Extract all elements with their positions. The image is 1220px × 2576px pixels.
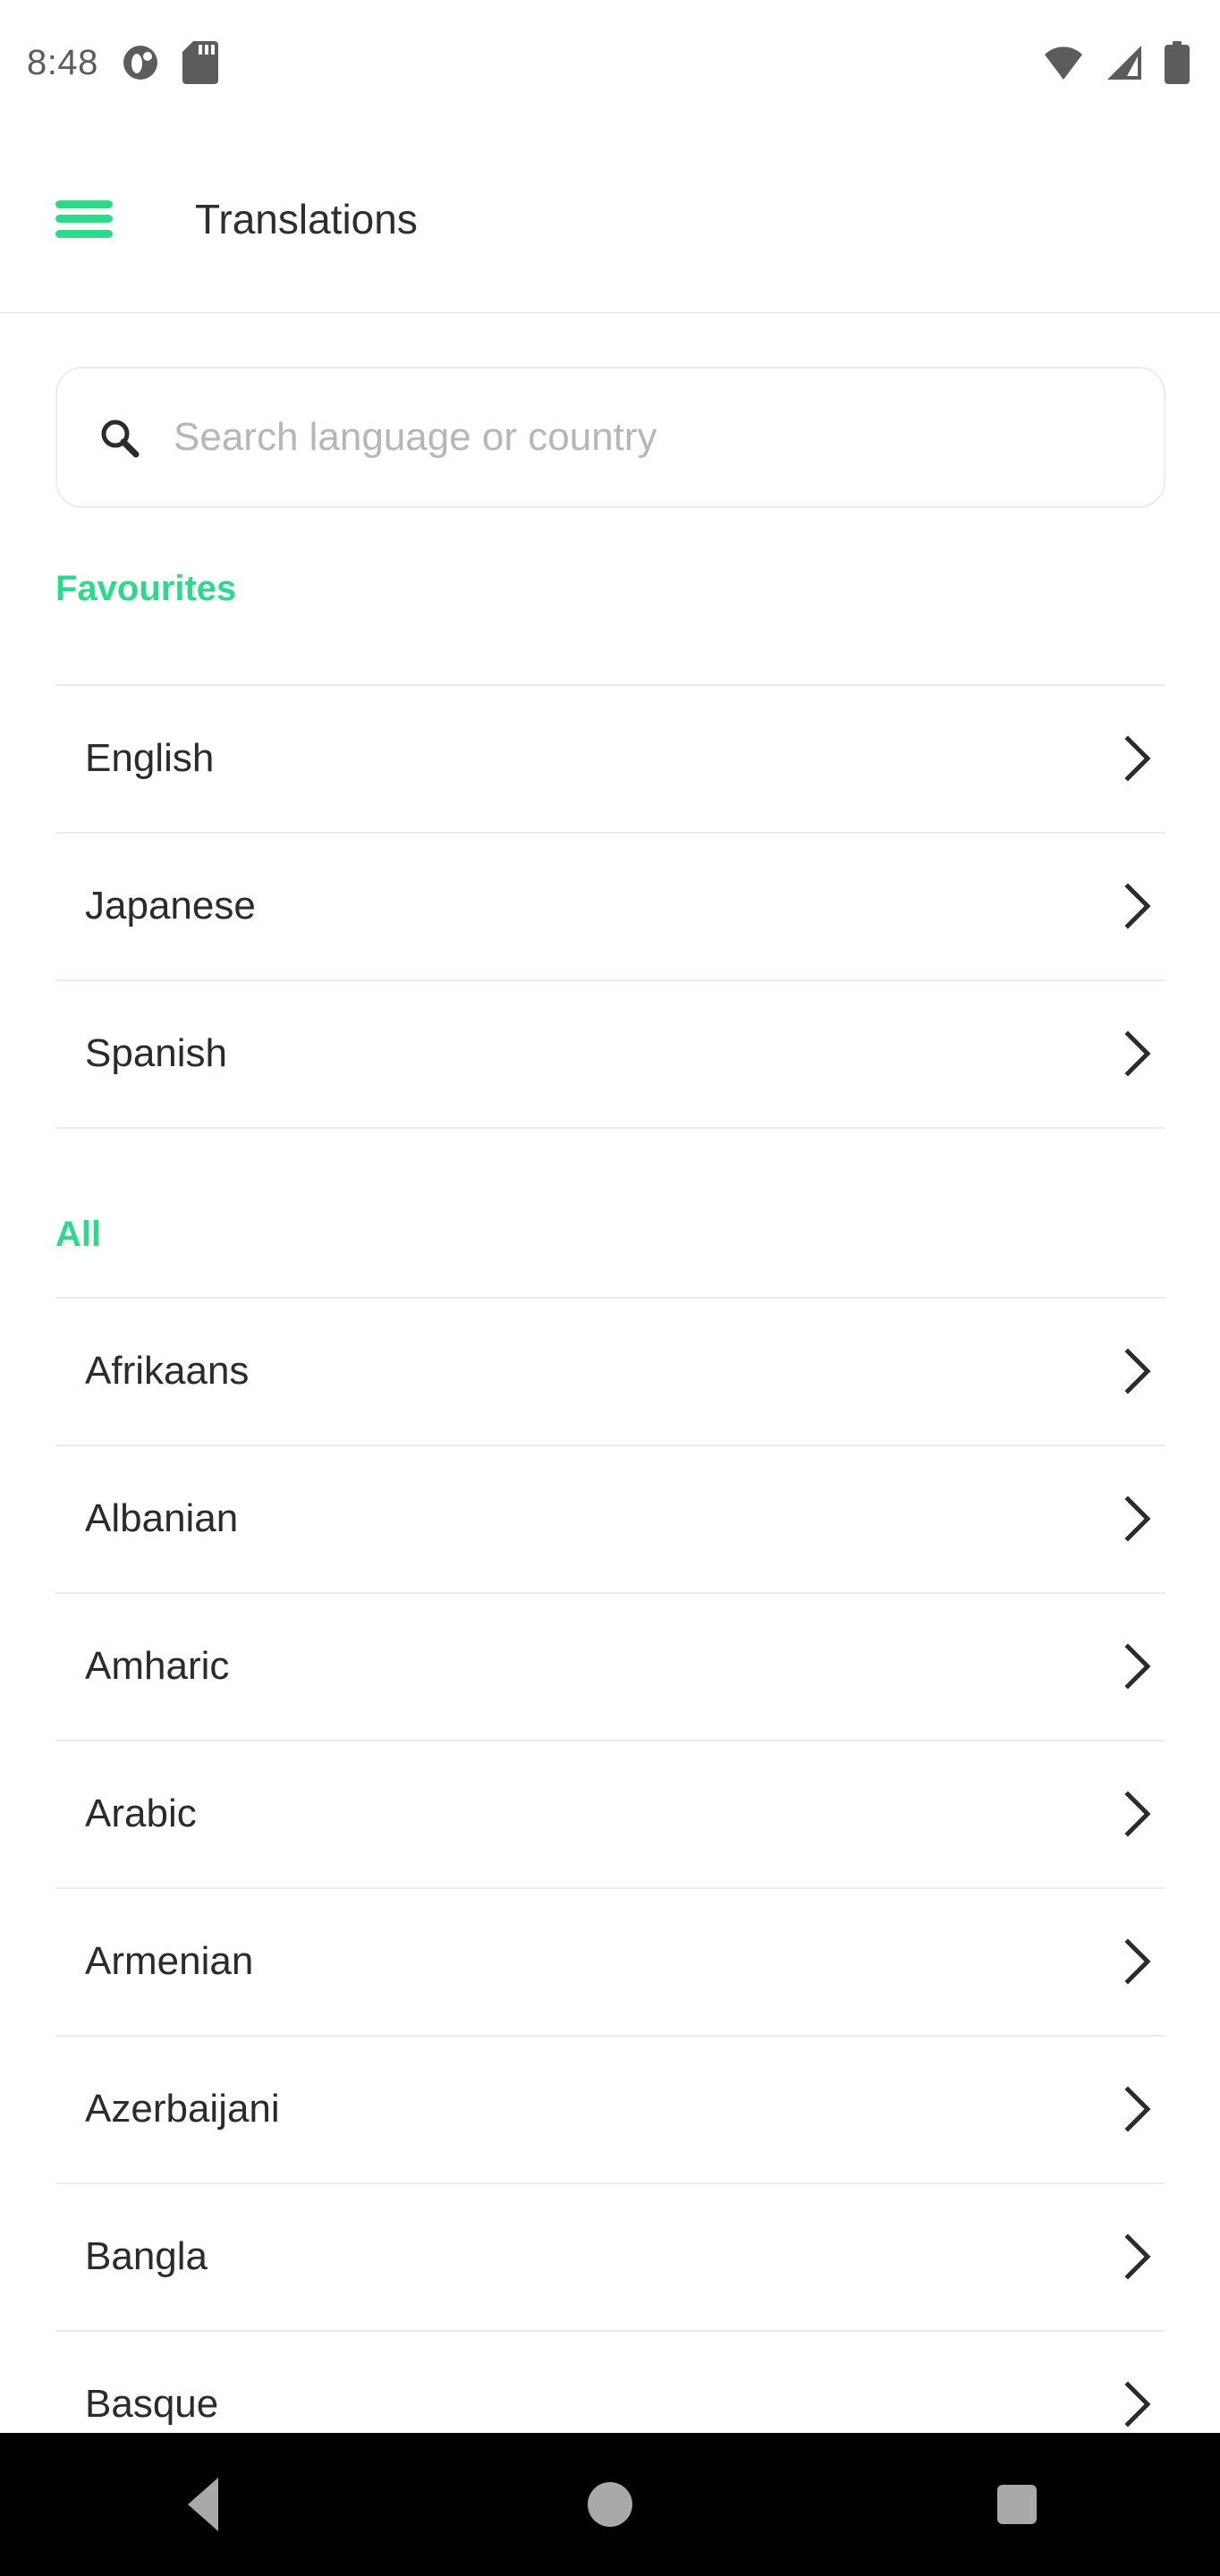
chevron-right-icon xyxy=(1124,1348,1151,1394)
divider xyxy=(55,1127,1165,1129)
search-input[interactable]: Search language or country xyxy=(55,367,1165,508)
back-nav-icon[interactable] xyxy=(136,2433,270,2576)
back-triangle xyxy=(188,2478,219,2531)
page-title: Translations xyxy=(195,195,418,242)
list-item-label: Afrikaans xyxy=(85,1349,250,1393)
recents-nav-icon[interactable] xyxy=(950,2433,1084,2576)
section-header-all: All xyxy=(55,1215,102,1254)
list-item[interactable]: Arabic xyxy=(55,1741,1165,1887)
home-circle xyxy=(587,2482,632,2527)
phone-screen: 8:48 Translations Search language or cou… xyxy=(0,0,1220,2576)
hamburger-bar-1 xyxy=(55,199,113,208)
content-area: Search language or country Favourites En… xyxy=(0,313,1220,2433)
chevron-right-icon xyxy=(1124,883,1151,929)
list-item-label: Spanish xyxy=(85,1031,228,1075)
chevron-right-icon xyxy=(1124,735,1151,782)
list-item-label: Japanese xyxy=(85,884,256,928)
list-item[interactable]: Afrikaans xyxy=(55,1298,1165,1445)
app-bar: Translations xyxy=(0,125,1220,313)
list-item-label: Arabic xyxy=(85,1792,197,1835)
hamburger-bar-3 xyxy=(55,229,113,238)
list-item[interactable]: Spanish xyxy=(55,980,1165,1127)
hamburger-bar-2 xyxy=(55,215,113,223)
list-item-label: Albanian xyxy=(85,1496,239,1540)
chevron-right-icon xyxy=(1124,2086,1151,2132)
wifi-icon xyxy=(1045,47,1082,80)
status-bar-clock: 8:48 xyxy=(27,43,98,82)
list-item-label: Armenian xyxy=(85,1939,254,1983)
chevron-right-icon xyxy=(1124,2381,1151,2428)
chevron-right-icon xyxy=(1124,1643,1151,1690)
sd-card-icon xyxy=(182,41,218,84)
list-item-label: Amharic xyxy=(85,1644,230,1688)
list-item[interactable]: Azerbaijani xyxy=(55,2036,1165,2182)
hamburger-menu-icon[interactable] xyxy=(55,199,113,238)
chevron-right-icon xyxy=(1124,1938,1151,1985)
system-navigation-bar xyxy=(0,2433,1220,2576)
cellular-signal-icon xyxy=(1107,46,1141,80)
list-item[interactable]: Bangla xyxy=(55,2183,1165,2330)
list-item[interactable]: English xyxy=(55,685,1165,832)
status-bar: 8:48 xyxy=(0,0,1220,125)
list-item[interactable]: Japanese xyxy=(55,833,1165,979)
chevron-right-icon xyxy=(1124,2233,1151,2280)
list-item[interactable]: Albanian xyxy=(55,1445,1165,1592)
list-item-label: Bangla xyxy=(85,2234,208,2278)
search-icon xyxy=(101,419,140,458)
notification-circle-icon xyxy=(123,46,157,80)
recents-square xyxy=(996,2485,1037,2524)
list-item[interactable]: Armenian xyxy=(55,1888,1165,2035)
list-item-label: Basque xyxy=(85,2382,219,2426)
search-placeholder: Search language or country xyxy=(174,415,657,459)
chevron-right-icon xyxy=(1124,1791,1151,1837)
home-nav-icon[interactable] xyxy=(543,2433,677,2576)
chevron-right-icon xyxy=(1124,1030,1151,1077)
list-item[interactable]: Amharic xyxy=(55,1593,1165,1740)
status-bar-left: 8:48 xyxy=(27,41,218,84)
battery-icon xyxy=(1165,41,1190,84)
list-item[interactable]: Basque xyxy=(55,2331,1165,2433)
list-item-label: English xyxy=(85,736,215,780)
section-header-favourites: Favourites xyxy=(55,569,237,608)
list-item-label: Azerbaijani xyxy=(85,2087,280,2131)
chevron-right-icon xyxy=(1124,1496,1151,1542)
status-bar-right xyxy=(1043,41,1190,84)
